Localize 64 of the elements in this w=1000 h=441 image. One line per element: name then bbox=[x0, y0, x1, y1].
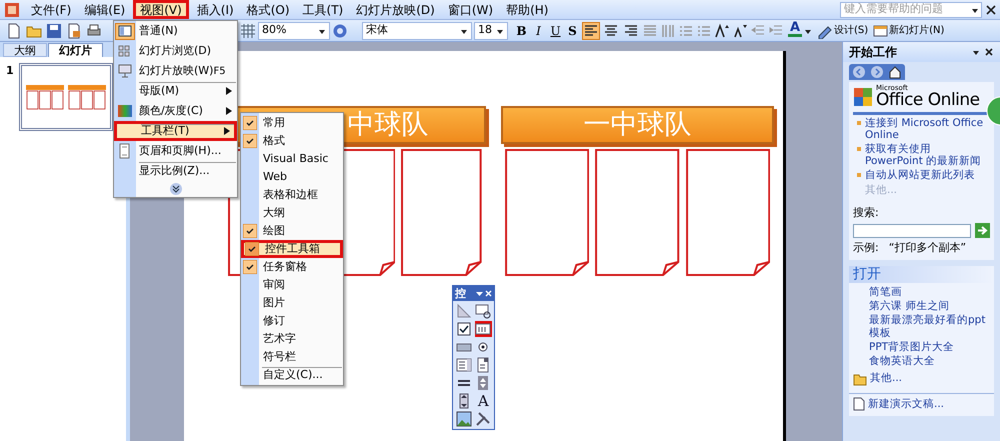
menu-entry[interactable]: 母版(M) bbox=[114, 81, 237, 101]
file-link[interactable]: PPT背景图片大全 bbox=[869, 340, 994, 354]
pane-tab[interactable]: 幻灯片 bbox=[48, 43, 103, 57]
menu-item[interactable]: 幻灯片放映(D) bbox=[351, 0, 440, 19]
menu-item[interactable]: 工具(T) bbox=[298, 0, 348, 19]
toolbox-tool[interactable]: A bbox=[474, 393, 492, 409]
example-text: “打印多个副本” bbox=[888, 240, 966, 256]
font-size-combo[interactable]: 18 bbox=[474, 22, 508, 40]
new-slide-button[interactable]: 新幻灯片(N) bbox=[873, 23, 944, 38]
slide-number: 1 bbox=[6, 63, 14, 79]
menu-item[interactable]: 文件(F) bbox=[26, 0, 76, 19]
menu-item[interactable]: 窗口(W) bbox=[442, 0, 498, 19]
file-link[interactable]: 简笔画 bbox=[869, 286, 994, 299]
menu-entry[interactable]: 修订 bbox=[241, 312, 343, 330]
file-link[interactable]: 第六课 师生之间 bbox=[869, 300, 994, 313]
format-button[interactable]: I bbox=[531, 22, 546, 40]
menu-entry[interactable]: 页眉和页脚(H)... bbox=[114, 141, 237, 161]
new-slide-label: 新幻灯片(N) bbox=[889, 24, 944, 38]
font-combo[interactable]: 宋体 bbox=[362, 22, 472, 40]
format-button[interactable]: B bbox=[514, 22, 529, 40]
menu-entry[interactable]: 幻灯片浏览(D) bbox=[114, 41, 237, 61]
search-label: 搜索: bbox=[853, 204, 880, 221]
menu-entry[interactable]: 自定义(C)... bbox=[241, 366, 343, 384]
menu-entry[interactable]: 表格和边框 bbox=[241, 186, 343, 204]
online-link[interactable]: 自动从网站更新此列表 bbox=[865, 169, 975, 181]
logo-text: Office Online bbox=[876, 92, 980, 109]
example-label: 示例: bbox=[853, 240, 879, 256]
format-button[interactable]: U bbox=[548, 22, 563, 40]
file-link[interactable]: 最新最漂亮最好看的ppt模板 bbox=[869, 314, 994, 340]
menu-entry[interactable]: 审阅 bbox=[241, 276, 343, 294]
menu-entry[interactable]: 任务窗格 bbox=[241, 258, 343, 276]
menu-entry[interactable]: 控件工具箱 bbox=[241, 240, 343, 258]
design-label: 设计(S) bbox=[834, 24, 868, 38]
toolbox-title: 控 bbox=[455, 288, 467, 299]
new-presentation-link[interactable]: 新建演示文稿... bbox=[868, 396, 944, 412]
file-link[interactable]: 食物英语大全 bbox=[869, 354, 994, 368]
menu-entry[interactable]: 图片 bbox=[241, 294, 343, 312]
more-files-link[interactable]: 其他... bbox=[870, 370, 902, 386]
format-button[interactable]: S bbox=[565, 22, 580, 40]
menu-entry[interactable]: 艺术字 bbox=[241, 330, 343, 348]
pane-title: 开始工作 bbox=[849, 44, 898, 61]
menu-entry[interactable]: 大纲 bbox=[241, 204, 343, 222]
menu-entry[interactable]: 幻灯片放映(W)F5 bbox=[114, 61, 237, 81]
menu-entry[interactable]: Web bbox=[241, 168, 343, 186]
menu-item[interactable]: 视图(V) bbox=[133, 0, 189, 19]
online-link[interactable]: 获取有关使用 PowerPoint 的最新新闻 bbox=[865, 143, 990, 167]
group-header: 一中球队 bbox=[501, 106, 774, 144]
menu-entry[interactable]: 工具栏(T) bbox=[114, 121, 237, 141]
zoom-combo[interactable]: 80% bbox=[258, 22, 330, 40]
pane-tab[interactable]: 大纲 bbox=[3, 43, 47, 57]
menu-entry[interactable]: 绘图 bbox=[241, 222, 343, 240]
menu-entry[interactable]: Visual Basic bbox=[241, 150, 343, 168]
menu-item[interactable]: 帮助(H) bbox=[501, 0, 554, 19]
menu-entry[interactable]: 普通(N) bbox=[114, 21, 237, 41]
menu-entry[interactable]: 符号栏 bbox=[241, 348, 343, 366]
menu-item[interactable]: 编辑(E) bbox=[79, 0, 130, 19]
menu-entry[interactable]: 显示比例(Z)... bbox=[114, 161, 237, 181]
help-search-field[interactable]: 键入需要帮助的问题 bbox=[840, 2, 982, 18]
menu-entry[interactable]: 常用 bbox=[241, 114, 343, 132]
menu-item[interactable]: 格式(O) bbox=[242, 0, 295, 19]
menu-item[interactable]: 插入(I) bbox=[192, 0, 239, 19]
online-link[interactable]: 连接到 Microsoft Office Online bbox=[865, 117, 990, 141]
design-button[interactable]: 设计(S) bbox=[817, 22, 868, 38]
font-color-button[interactable]: A bbox=[788, 20, 802, 40]
